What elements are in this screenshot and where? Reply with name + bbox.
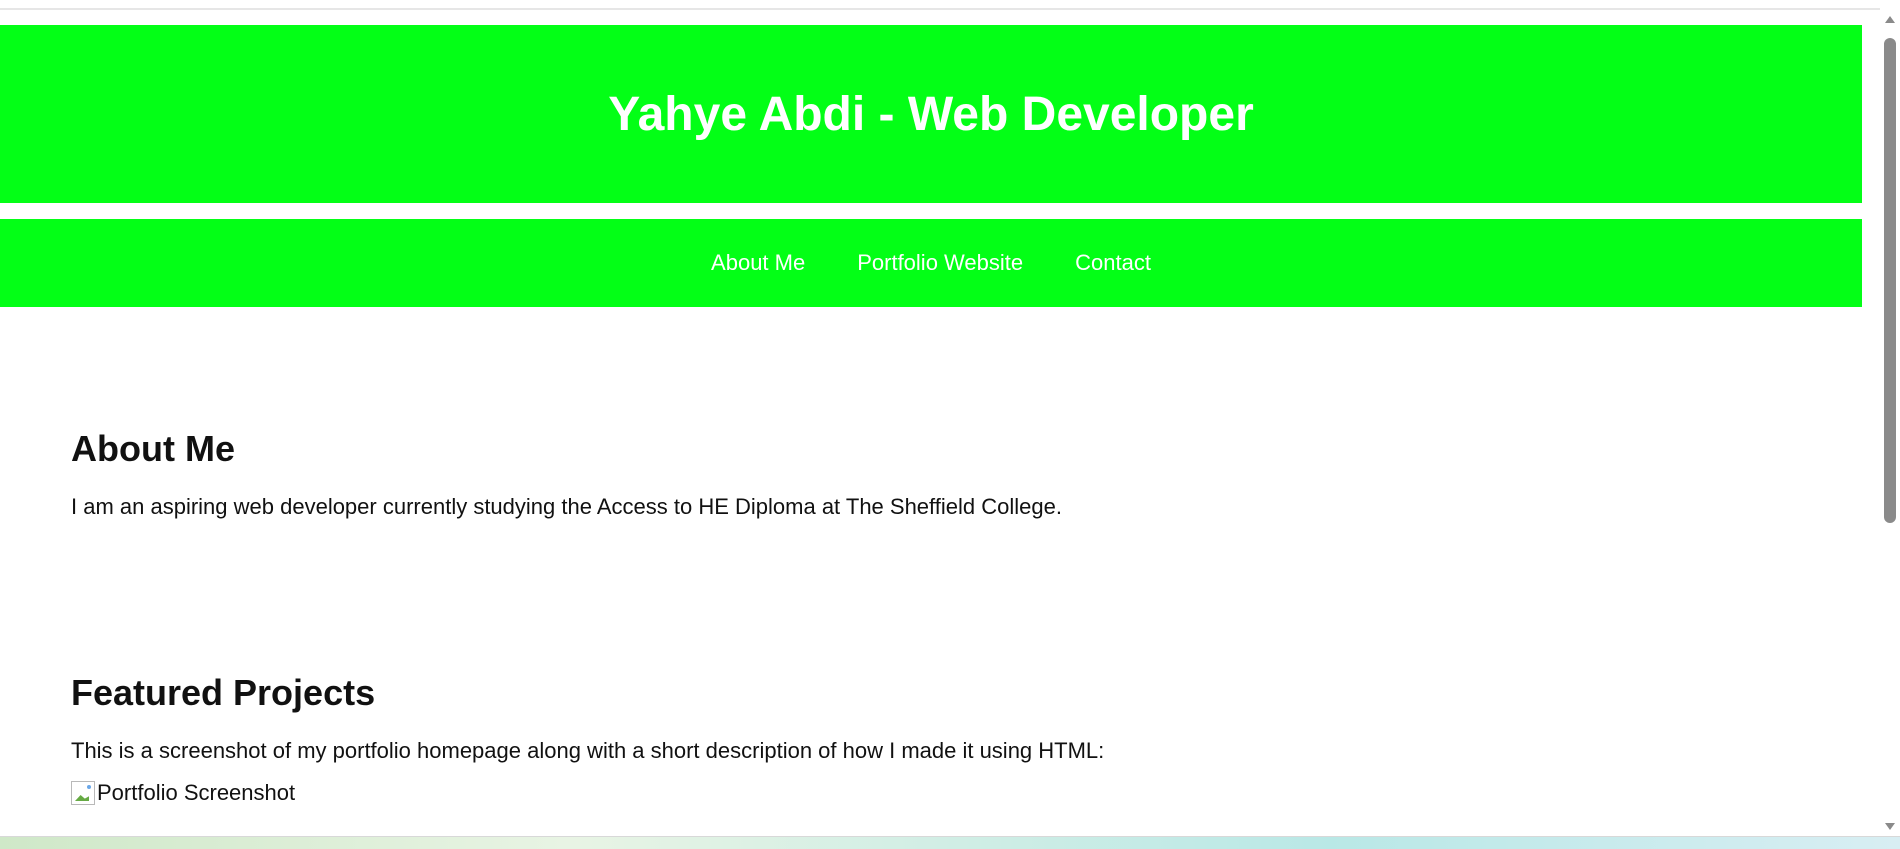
browser-bottom-strip [0, 836, 1900, 849]
vertical-scrollbar[interactable] [1880, 10, 1900, 836]
main-nav: About Me Portfolio Website Contact [0, 219, 1862, 307]
portfolio-screenshot-alt-text: Portfolio Screenshot [97, 780, 296, 805]
about-section: About Me I am an aspiring web developer … [71, 428, 1771, 520]
browser-top-strip [0, 0, 1880, 10]
site-header: Yahye Abdi - Web Developer [0, 25, 1862, 203]
nav-link-about-me[interactable]: About Me [711, 250, 805, 276]
nav-link-portfolio-website[interactable]: Portfolio Website [857, 250, 1023, 276]
portfolio-screenshot-image: Portfolio Screenshot [71, 780, 1771, 806]
about-heading: About Me [71, 428, 235, 469]
featured-projects-text: This is a screenshot of my portfolio hom… [71, 738, 1105, 763]
site-title: Yahye Abdi - Web Developer [608, 87, 1254, 141]
page-viewport: Yahye Abdi - Web Developer About Me Port… [0, 10, 1880, 836]
featured-projects-section: Featured Projects This is a screenshot o… [71, 672, 1771, 806]
nav-link-contact[interactable]: Contact [1075, 250, 1151, 276]
scroll-up-arrow-icon[interactable] [1885, 16, 1895, 23]
scrollbar-thumb[interactable] [1884, 38, 1896, 523]
about-text: I am an aspiring web developer currently… [71, 494, 1062, 519]
broken-image-icon [71, 781, 95, 805]
featured-projects-heading: Featured Projects [71, 672, 376, 713]
scroll-down-arrow-icon[interactable] [1885, 823, 1895, 830]
